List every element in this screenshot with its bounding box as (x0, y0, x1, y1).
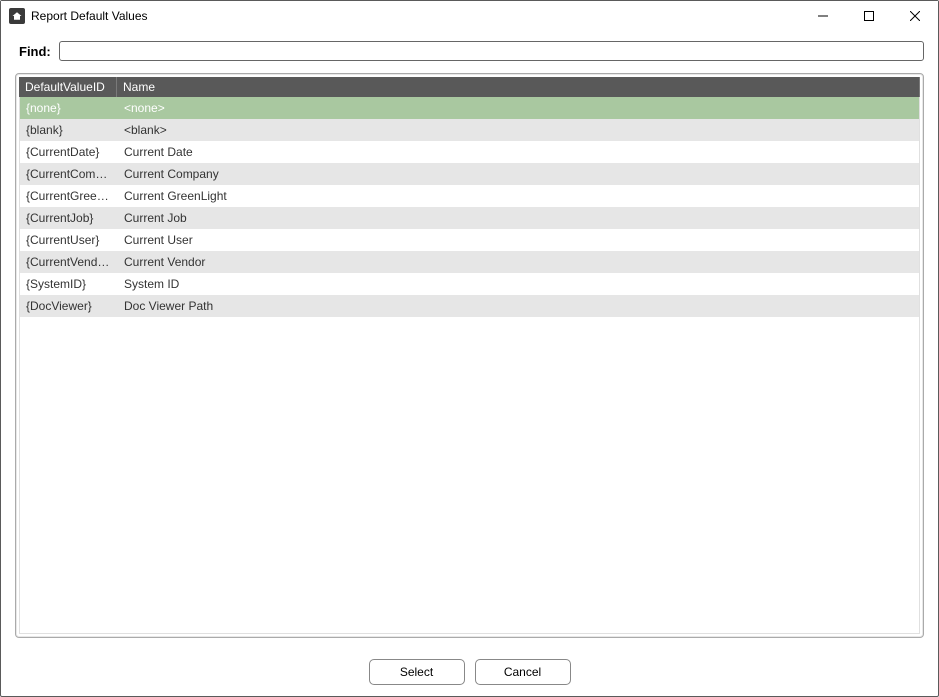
cell-defaultvalueid: {CurrentDate} (20, 145, 118, 159)
cell-name: Doc Viewer Path (118, 299, 919, 313)
cell-defaultvalueid: {CurrentVendor} (20, 255, 118, 269)
close-button[interactable] (892, 1, 938, 31)
cell-name: Current Company (118, 167, 919, 181)
find-input[interactable] (59, 41, 924, 61)
dialog-footer: Select Cancel (1, 648, 938, 696)
cell-defaultvalueid: {CurrentUser} (20, 233, 118, 247)
minimize-icon (818, 11, 828, 21)
cancel-button[interactable]: Cancel (475, 659, 571, 685)
cell-defaultvalueid: {none} (20, 101, 118, 115)
table-row[interactable]: {none}<none> (20, 97, 919, 119)
cell-name: Current Date (118, 145, 919, 159)
grid-header: DefaultValueID Name (19, 77, 920, 97)
titlebar: Report Default Values (1, 1, 938, 31)
maximize-button[interactable] (846, 1, 892, 31)
app-icon (9, 8, 25, 24)
cell-defaultvalueid: {DocViewer} (20, 299, 118, 313)
table-row[interactable]: {CurrentVendor}Current Vendor (20, 251, 919, 273)
table-row[interactable]: {CurrentUser}Current User (20, 229, 919, 251)
select-button[interactable]: Select (369, 659, 465, 685)
minimize-button[interactable] (800, 1, 846, 31)
table-row[interactable]: {blank}<blank> (20, 119, 919, 141)
cell-name: <blank> (118, 123, 919, 137)
cell-defaultvalueid: {blank} (20, 123, 118, 137)
table-row[interactable]: {CurrentCompany}Current Company (20, 163, 919, 185)
cell-name: Current Job (118, 211, 919, 225)
column-header-name[interactable]: Name (117, 77, 920, 97)
cell-name: <none> (118, 101, 919, 115)
table-row[interactable]: {CurrentJob}Current Job (20, 207, 919, 229)
maximize-icon (864, 11, 874, 21)
find-label: Find: (19, 44, 51, 59)
table-row[interactable]: {DocViewer}Doc Viewer Path (20, 295, 919, 317)
table-row[interactable]: {CurrentDate}Current Date (20, 141, 919, 163)
cell-name: System ID (118, 277, 919, 291)
cell-name: Current GreenLight (118, 189, 919, 203)
find-bar: Find: (1, 31, 938, 69)
close-icon (910, 11, 920, 21)
cell-defaultvalueid: {CurrentCompany} (20, 167, 118, 181)
cell-defaultvalueid: {SystemID} (20, 277, 118, 291)
cell-name: Current User (118, 233, 919, 247)
grid-panel: DefaultValueID Name {none}<none>{blank}<… (15, 73, 924, 638)
cell-defaultvalueid: {CurrentJob} (20, 211, 118, 225)
table-row[interactable]: {SystemID}System ID (20, 273, 919, 295)
cell-defaultvalueid: {CurrentGreenLig... (20, 189, 118, 203)
table-row[interactable]: {CurrentGreenLig...Current GreenLight (20, 185, 919, 207)
cell-name: Current Vendor (118, 255, 919, 269)
column-header-defaultvalueid[interactable]: DefaultValueID (19, 77, 117, 97)
grid-body[interactable]: {none}<none>{blank}<blank>{CurrentDate}C… (19, 97, 920, 634)
dialog-window: Report Default Values Find: DefaultValue… (0, 0, 939, 697)
window-title: Report Default Values (31, 9, 148, 23)
